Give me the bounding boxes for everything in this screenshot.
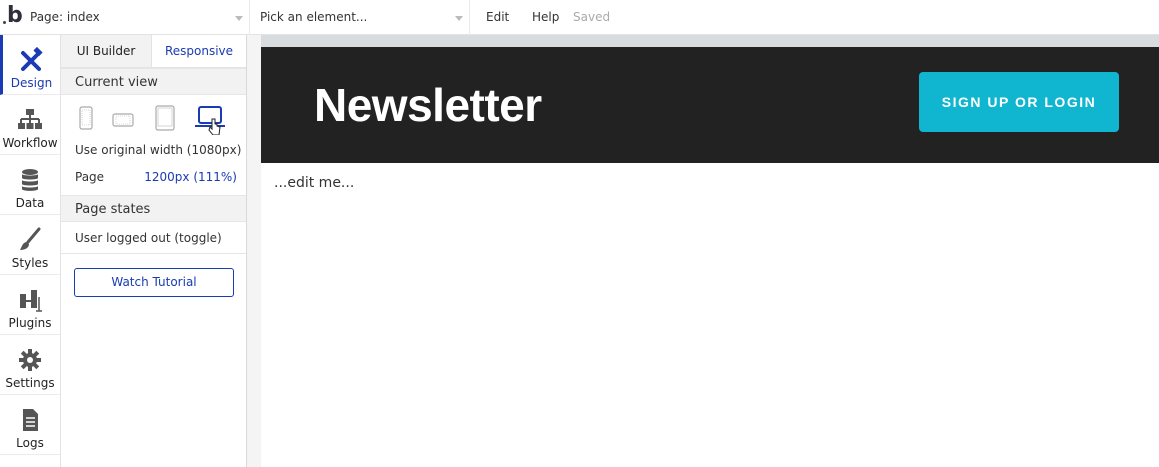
- nav-workflow[interactable]: Workflow: [0, 95, 60, 155]
- nav-styles[interactable]: Styles: [0, 215, 60, 275]
- chevron-down-icon: [235, 16, 243, 21]
- divider: [61, 253, 246, 254]
- nav-styles-label: Styles: [11, 256, 49, 270]
- top-bar: b Page: index Pick an element... Edit He…: [0, 0, 1159, 35]
- page-width-value[interactable]: 1200px (111%): [144, 170, 237, 184]
- database-icon: [22, 169, 38, 191]
- canvas-ruler: [261, 35, 1159, 47]
- menu-edit[interactable]: Edit: [486, 0, 509, 35]
- watch-tutorial-button[interactable]: Watch Tutorial: [74, 268, 234, 297]
- nav-plugins[interactable]: Plugins: [0, 275, 60, 335]
- chevron-down-icon: [455, 16, 463, 21]
- page-canvas[interactable]: Newsletter SIGN UP OR LOGIN ...edit me..…: [261, 47, 1159, 467]
- tablet-icon[interactable]: [155, 105, 175, 131]
- nav-design[interactable]: Design: [0, 35, 60, 95]
- brush-icon: [20, 227, 41, 250]
- signup-login-button[interactable]: SIGN UP OR LOGIN: [919, 72, 1119, 132]
- plugin-icon: [20, 290, 42, 312]
- nav-logs[interactable]: Logs: [0, 395, 60, 455]
- nav-logs-label: Logs: [16, 436, 44, 450]
- tab-responsive[interactable]: Responsive: [152, 35, 246, 67]
- nav-workflow-label: Workflow: [2, 136, 58, 150]
- current-view-header: Current view: [61, 68, 246, 95]
- menu-help[interactable]: Help: [532, 0, 559, 35]
- page-width-label: Page: [75, 170, 105, 184]
- bubble-logo[interactable]: b: [0, 0, 24, 35]
- document-icon: [23, 409, 38, 431]
- element-select-label: Pick an element...: [260, 10, 368, 24]
- logo-letter: b: [7, 3, 23, 28]
- phone-portrait-icon[interactable]: [79, 106, 93, 130]
- page-width-row: Page 1200px (111%): [75, 170, 237, 184]
- design-icon: [20, 47, 43, 71]
- workflow-icon: [18, 109, 42, 129]
- page-select[interactable]: Page: index: [30, 0, 250, 35]
- nav-settings[interactable]: Settings: [0, 335, 60, 395]
- page-select-label: Page: index: [30, 10, 100, 24]
- page-state-item[interactable]: User logged out (toggle): [75, 231, 222, 245]
- logo-dot: [3, 21, 6, 24]
- desktop-icon[interactable]: [193, 105, 229, 135]
- phone-landscape-icon[interactable]: [112, 113, 134, 127]
- gear-icon: [19, 349, 41, 371]
- element-select[interactable]: Pick an element...: [260, 0, 470, 35]
- design-panel: UI Builder Responsive Current view Use o…: [61, 35, 247, 467]
- panel-tabs: UI Builder Responsive: [61, 35, 246, 68]
- nav-design-label: Design: [10, 76, 53, 90]
- nav-settings-label: Settings: [5, 376, 55, 390]
- nav-data-label: Data: [15, 196, 45, 210]
- nav-data[interactable]: Data: [0, 155, 60, 215]
- tab-ui-builder[interactable]: UI Builder: [61, 35, 152, 67]
- edit-me-text[interactable]: ...edit me...: [274, 175, 354, 191]
- newsletter-title[interactable]: Newsletter: [314, 77, 542, 133]
- save-status: Saved: [573, 10, 611, 24]
- device-selector: [75, 105, 240, 135]
- nav-plugins-label: Plugins: [8, 316, 52, 330]
- header-group[interactable]: Newsletter SIGN UP OR LOGIN: [261, 47, 1159, 163]
- page-states-header: Page states: [61, 195, 246, 222]
- use-original-width[interactable]: Use original width (1080px): [75, 143, 241, 157]
- left-nav-rail: Design Workflow Data Styles Plugins Sett…: [0, 35, 61, 467]
